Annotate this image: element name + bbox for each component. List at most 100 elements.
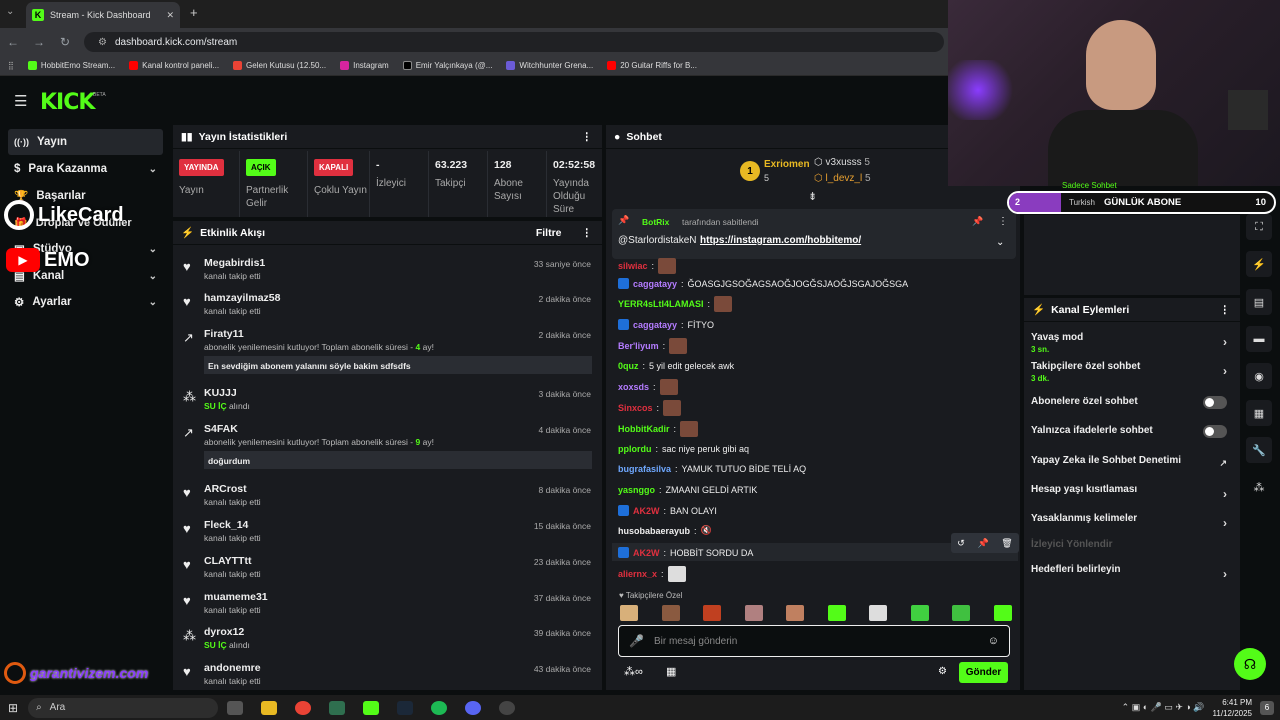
notification-badge[interactable]: 6 bbox=[1260, 700, 1274, 715]
store-icon[interactable]: ▦ bbox=[666, 665, 676, 678]
tab-list-icon[interactable]: ⌄ bbox=[6, 6, 14, 17]
file-explorer-icon[interactable] bbox=[261, 700, 278, 715]
chat-username[interactable]: husobabaerayub bbox=[618, 526, 690, 536]
back-icon[interactable]: ← bbox=[0, 35, 26, 49]
activity-user[interactable]: dyrox12 bbox=[204, 626, 244, 638]
taskbar-search[interactable]: ⌕ Ara bbox=[28, 697, 219, 718]
emote[interactable] bbox=[703, 605, 722, 621]
points-icon[interactable]: ⁂∞ bbox=[624, 665, 643, 678]
support-icon[interactable]: ☊ bbox=[1234, 648, 1266, 680]
chat-icon[interactable]: ▬ bbox=[1246, 326, 1272, 352]
activity-user[interactable]: muameme31 bbox=[204, 591, 268, 603]
excel-icon[interactable] bbox=[329, 700, 346, 715]
chat-username[interactable]: HobbitKadir bbox=[618, 424, 670, 434]
url-field[interactable]: ⚙ dashboard.kick.com/stream bbox=[84, 32, 944, 52]
chat-username[interactable]: aliernx_x bbox=[618, 569, 657, 579]
system-tray-icons[interactable]: ⌃ ▣ ◐ 🎤 ▭ ✈ ◑ 🔊 bbox=[1122, 702, 1205, 713]
activity-user[interactable]: S4FAK bbox=[204, 423, 238, 435]
chat-username[interactable]: Sinxcos bbox=[618, 403, 653, 413]
leader-name[interactable]: Exriomen bbox=[764, 159, 810, 170]
bookmark-item[interactable]: Kanal kontrol paneli... bbox=[129, 61, 219, 70]
reload-icon[interactable]: ↻ bbox=[52, 35, 78, 49]
activity-user[interactable]: Firaty11 bbox=[204, 328, 244, 340]
emote[interactable] bbox=[661, 605, 680, 621]
more-options-icon[interactable]: ⋮ bbox=[998, 216, 1008, 227]
host-row[interactable]: İzleyici Yönlendir bbox=[1031, 539, 1227, 550]
followers-only-row[interactable]: Takipçilere özel sohbet 3 dk. › bbox=[1031, 361, 1227, 383]
discord-icon[interactable] bbox=[465, 700, 482, 715]
chat-username[interactable]: bugrafasilva bbox=[618, 464, 671, 474]
emote[interactable] bbox=[910, 605, 929, 621]
forward-icon[interactable]: → bbox=[26, 35, 52, 49]
goals-row[interactable]: Hedefleri belirleyin › bbox=[1031, 564, 1227, 581]
scroll-down-icon[interactable]: ⇟ bbox=[808, 190, 817, 203]
emote-only-toggle[interactable] bbox=[1203, 425, 1227, 438]
browser-tab[interactable]: K Stream - Kick Dashboard ✕ bbox=[26, 2, 180, 28]
sidebar-item-para-kazanma[interactable]: $ Para Kazanma ⌄ bbox=[8, 156, 163, 182]
pinned-by[interactable]: BotRix bbox=[642, 217, 669, 227]
subscribers-only-toggle[interactable] bbox=[1203, 396, 1227, 409]
activity-user[interactable]: CLAYTTtt bbox=[204, 555, 251, 567]
chat-username[interactable]: YERR4sLtI4LAMASI bbox=[618, 299, 704, 309]
activity-user[interactable]: andonemre bbox=[204, 662, 261, 674]
reply-icon[interactable]: ↺ bbox=[957, 538, 965, 549]
chat-username[interactable]: 0quz bbox=[618, 361, 639, 371]
activity-user[interactable]: Megabirdis1 bbox=[204, 257, 265, 269]
emote[interactable] bbox=[827, 605, 846, 621]
account-age-row[interactable]: Hesap yaşı kısıtlaması › bbox=[1031, 484, 1227, 501]
emote[interactable] bbox=[869, 605, 888, 621]
chevron-down-icon[interactable]: ⌄ bbox=[996, 237, 1004, 248]
emote[interactable] bbox=[952, 605, 971, 621]
activity-user[interactable]: ARCrost bbox=[204, 483, 247, 495]
send-button[interactable]: Gönder bbox=[959, 662, 1008, 683]
chrome-icon[interactable] bbox=[295, 700, 312, 715]
activity-user[interactable]: KUJJJ bbox=[204, 387, 237, 399]
emoji-icon[interactable]: ☺ bbox=[988, 635, 999, 647]
bookmark-item[interactable]: 20 Guitar Riffs for B... bbox=[607, 61, 697, 70]
document-icon[interactable]: ▤ bbox=[1246, 289, 1272, 315]
ai-moderation-row[interactable]: Yapay Zeka ile Sohbet Denetimi ↗ bbox=[1031, 455, 1227, 468]
microphone-icon[interactable]: 🎤 bbox=[629, 634, 644, 648]
close-tab-icon[interactable]: ✕ bbox=[166, 10, 174, 21]
bookmark-item[interactable]: Emir Yalçınkaya (@... bbox=[402, 61, 492, 70]
quick-actions-icon[interactable]: ⚡ bbox=[1246, 251, 1272, 277]
pinned-link[interactable]: https://instagram.com/hobbitemo/ bbox=[700, 235, 861, 246]
chat-username[interactable]: caggatayy bbox=[633, 320, 677, 330]
bookmark-item[interactable]: Gelen Kutusu (12.50... bbox=[233, 61, 326, 70]
sidebar-item-yayin[interactable]: ((·)) Yayın bbox=[8, 129, 163, 155]
steam-icon[interactable] bbox=[397, 700, 414, 715]
chat-settings-icon[interactable]: ⚙ bbox=[938, 666, 947, 677]
banned-words-row[interactable]: Yasaklanmış kelimeler › bbox=[1031, 513, 1227, 530]
emote[interactable] bbox=[620, 605, 638, 621]
chat-username[interactable]: AK2W bbox=[633, 548, 660, 558]
activity-user[interactable]: Fleck_14 bbox=[204, 519, 248, 531]
fullscreen-icon[interactable]: ⛶ bbox=[1246, 214, 1272, 240]
chat-username[interactable]: xoxsds bbox=[618, 382, 649, 392]
filter-button[interactable]: Filtre bbox=[536, 227, 562, 239]
slow-mode-row[interactable]: Yavaş mod 3 sn. › bbox=[1031, 332, 1227, 354]
layout-icon[interactable]: ▦ bbox=[1246, 400, 1272, 426]
wrench-icon[interactable]: 🔧 bbox=[1246, 437, 1272, 463]
emote[interactable] bbox=[786, 605, 805, 621]
chat-username[interactable]: yasnggo bbox=[618, 485, 655, 495]
broadcast-icon[interactable]: ◉ bbox=[1246, 363, 1272, 389]
chat-username[interactable]: AK2W bbox=[633, 506, 660, 516]
bookmark-item[interactable]: Witchhunter Grena... bbox=[506, 61, 593, 70]
clock[interactable]: 6:41 PM 11/12/2025 bbox=[1213, 697, 1252, 719]
bookmark-item[interactable]: HobbitEmo Stream... bbox=[27, 61, 115, 70]
site-info-icon[interactable]: ⚙ bbox=[98, 37, 107, 48]
task-view-icon[interactable] bbox=[227, 700, 244, 715]
hamburger-menu-icon[interactable]: ☰ bbox=[14, 92, 27, 110]
chat-input[interactable]: Bir mesaj gönderin bbox=[654, 636, 737, 647]
more-options-icon[interactable]: ⋮ bbox=[582, 227, 593, 239]
pin-icon[interactable]: 📌 bbox=[977, 538, 988, 549]
delete-icon[interactable]: 🗑 bbox=[1001, 538, 1012, 549]
chat-username[interactable]: silwiac bbox=[618, 261, 648, 271]
points-icon[interactable]: ⁂ bbox=[1246, 474, 1272, 500]
more-options-icon[interactable]: ⋮ bbox=[582, 131, 593, 143]
chat-username[interactable]: pplordu bbox=[618, 444, 652, 454]
activity-user[interactable]: hamzayilmaz58 bbox=[204, 292, 280, 304]
kick-app-icon[interactable] bbox=[363, 700, 380, 715]
chat-username[interactable]: Ber'liyum bbox=[618, 341, 659, 351]
apps-grid-icon[interactable]: ⣿ bbox=[8, 61, 14, 70]
